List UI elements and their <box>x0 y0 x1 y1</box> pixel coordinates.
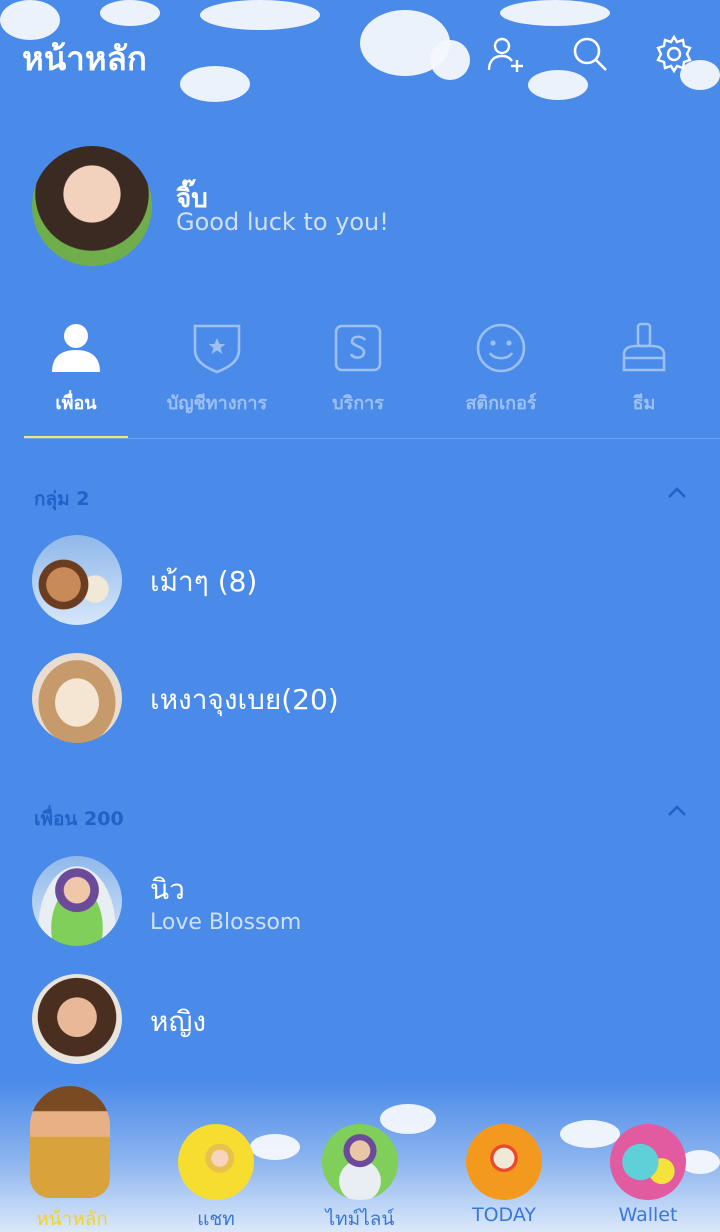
tab-themes[interactable]: ธีม <box>574 320 714 430</box>
collapse-groups-chevron-up-icon[interactable] <box>666 482 688 504</box>
add-friend-icon[interactable] <box>486 34 526 74</box>
friend-avatar[interactable] <box>32 856 122 946</box>
nav-label: หน้าหลัก <box>36 1208 108 1230</box>
group-name[interactable]: เหงาจุงเบย(20) <box>150 678 339 722</box>
groups-section-header[interactable]: กลุ่ม 2 <box>34 484 90 514</box>
bo-peep-character-icon <box>178 1124 254 1200</box>
forky-character-icon <box>466 1124 542 1200</box>
group-name[interactable]: เม้าๆ (8) <box>150 560 257 604</box>
friends-section-header[interactable]: เพื่อน 200 <box>34 804 124 834</box>
bottom-navigation: หน้าหลัก แชท ไทม์ไลน์ TODAY Wallet <box>0 1080 720 1232</box>
profile-status-message[interactable]: Good luck to you! <box>176 208 389 236</box>
nav-timeline[interactable]: ไทม์ไลน์ <box>288 1080 432 1232</box>
group-avatar[interactable] <box>32 653 122 743</box>
tab-label: ธีม <box>632 393 656 414</box>
tab-label: สติกเกอร์ <box>465 393 537 414</box>
nav-label: ไทม์ไลน์ <box>325 1208 395 1230</box>
person-icon <box>52 324 100 372</box>
tab-label: บริการ <box>332 393 384 414</box>
friend-avatar[interactable] <box>32 974 122 1064</box>
nav-label: Wallet <box>618 1204 678 1226</box>
smiley-icon <box>476 323 526 373</box>
bunny-ducky-character-icon <box>610 1124 686 1200</box>
woody-character-icon <box>30 1086 110 1198</box>
service-s-icon <box>334 324 382 372</box>
tab-friends[interactable]: เพื่อน <box>6 320 146 430</box>
nav-label: แชท <box>197 1208 235 1230</box>
buzz-character-icon <box>322 1124 398 1200</box>
friend-name[interactable]: หญิง <box>150 1000 206 1044</box>
nav-today[interactable]: TODAY <box>432 1080 576 1232</box>
nav-wallet[interactable]: Wallet <box>576 1080 720 1232</box>
page-title: หน้าหลัก <box>22 39 147 78</box>
app-header: หน้าหลัก <box>0 0 720 110</box>
friend-status-message[interactable]: Love Blossom <box>150 910 301 935</box>
nav-label: TODAY <box>472 1204 536 1226</box>
tab-divider <box>24 438 720 439</box>
tab-label: บัญชีทางการ <box>166 393 268 414</box>
collapse-friends-chevron-up-icon[interactable] <box>666 800 688 822</box>
gear-icon[interactable] <box>654 34 694 74</box>
group-avatar[interactable] <box>32 535 122 625</box>
brush-icon <box>622 322 666 372</box>
tab-services[interactable]: บริการ <box>288 320 428 430</box>
nav-home[interactable]: หน้าหลัก <box>0 1080 144 1232</box>
friend-name[interactable]: นิว <box>150 868 185 912</box>
tab-label: เพื่อน <box>55 393 97 414</box>
profile-avatar[interactable] <box>32 146 152 266</box>
tab-stickers[interactable]: สติกเกอร์ <box>431 320 571 430</box>
tab-official-accounts[interactable]: บัญชีทางการ <box>147 320 287 430</box>
search-icon[interactable] <box>570 34 610 74</box>
nav-chat[interactable]: แชท <box>144 1080 288 1232</box>
shield-star-icon <box>193 324 241 374</box>
